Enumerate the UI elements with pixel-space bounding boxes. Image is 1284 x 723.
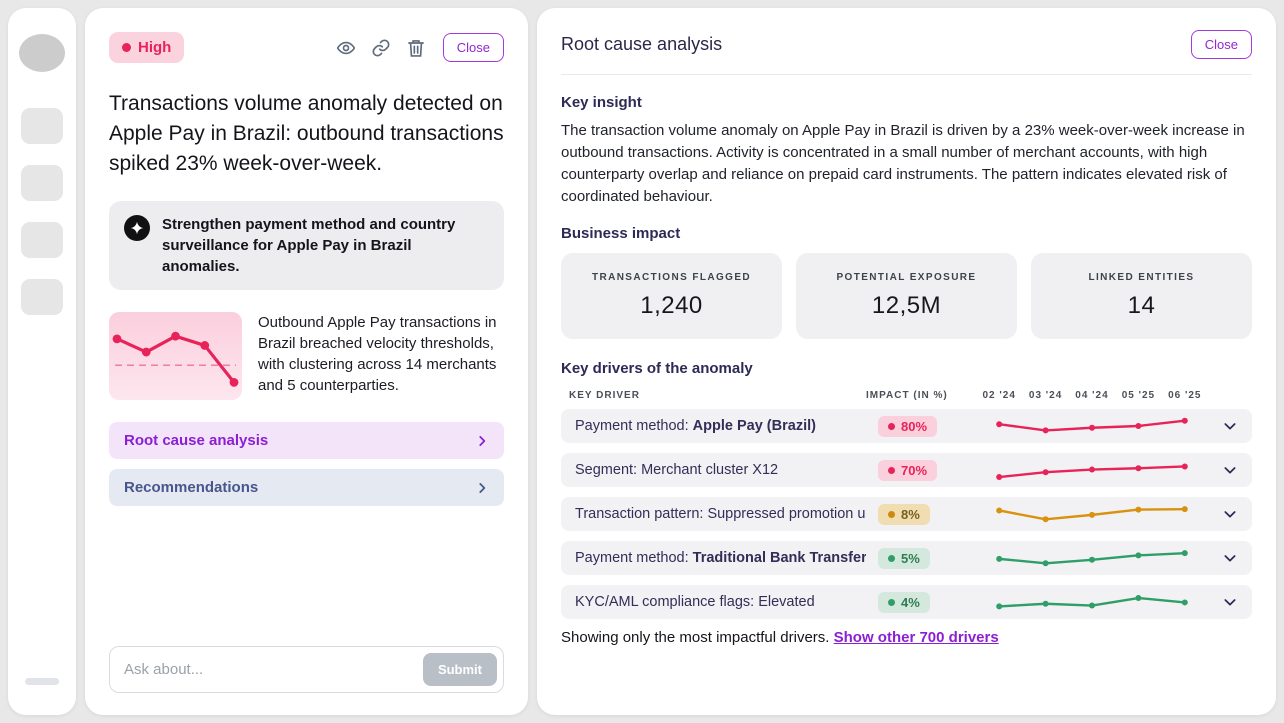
nav-root-cause-analysis[interactable]: Root cause analysis [109,422,504,459]
month-label: 02 '24 [976,390,1022,401]
col-key-driver: KEY DRIVER [561,390,866,401]
month-label: 04 '24 [1069,390,1115,401]
driver-label: Payment method: Apple Pay (Brazil) [561,418,866,434]
link-icon[interactable] [371,38,391,58]
ask-bar: Submit [109,646,504,693]
business-impact-heading: Business impact [561,225,1252,242]
impact-dot-icon [888,423,895,430]
nav-label: Recommendations [124,479,258,496]
close-button[interactable]: Close [443,33,504,62]
sidebar-footer-pill [25,678,59,685]
chevron-down-icon[interactable] [1208,594,1252,610]
impact-badge: 4% [878,592,930,613]
stat-label: TRANSACTIONS FLAGGED [592,272,751,283]
impact-badge: 80% [878,416,937,437]
drivers-footer: Showing only the most impactful drivers.… [561,629,1252,646]
stat-value: 14 [1128,292,1156,320]
severity-dot-icon [122,43,131,52]
impact-dot-icon [888,467,895,474]
insight-row: Outbound Apple Pay transactions in Brazi… [109,312,504,400]
drivers-table-header: KEY DRIVER IMPACT (IN %) 02 '2403 '2404 … [561,390,1252,409]
stat-label: POTENTIAL EXPOSURE [836,272,976,283]
sidebar-item-4[interactable] [21,279,63,315]
close-button[interactable]: Close [1191,30,1252,59]
driver-row[interactable]: Segment: Merchant cluster X12 70% [561,453,1252,487]
driver-sparkline [976,541,1208,575]
sidebar-item-1[interactable] [21,108,63,144]
insight-text: Outbound Apple Pay transactions in Brazi… [258,312,504,396]
chevron-down-icon[interactable] [1208,506,1252,522]
stat-label: LINKED ENTITIES [1088,272,1194,283]
chevron-right-icon [475,481,489,495]
stat-linked-entities: LINKED ENTITIES 14 [1031,253,1252,339]
driver-row[interactable]: Payment method: Apple Pay (Brazil) 80% [561,409,1252,443]
analysis-header: Root cause analysis Close [561,30,1252,59]
chevron-down-icon[interactable] [1208,418,1252,434]
impact-dot-icon [888,599,895,606]
recommendation-box: Strengthen payment method and country su… [109,201,504,290]
ask-input[interactable] [124,661,423,678]
eye-icon[interactable] [336,38,356,58]
driver-label: Payment method: Traditional Bank Transfe… [561,550,866,566]
sparkle-icon [124,215,150,241]
chevron-down-icon[interactable] [1208,550,1252,566]
driver-sparkline [976,409,1208,443]
impact-dot-icon [888,511,895,518]
app-sidebar [8,8,76,715]
stats-row: TRANSACTIONS FLAGGED 1,240 POTENTIAL EXP… [561,253,1252,339]
sidebar-item-2[interactable] [21,165,63,201]
nav-recommendations[interactable]: Recommendations [109,469,504,506]
submit-button[interactable]: Submit [423,653,497,686]
impact-dot-icon [888,555,895,562]
driver-label: Segment: Merchant cluster X12 [561,462,866,478]
key-insight-heading: Key insight [561,94,1252,111]
impact-badge: 70% [878,460,937,481]
drivers-table: Payment method: Apple Pay (Brazil) 80% S… [561,409,1252,619]
month-label: 06 '25 [1162,390,1208,401]
footer-text: Showing only the most impactful drivers. [561,629,834,646]
panel-title: Root cause analysis [561,34,722,55]
trash-icon[interactable] [406,38,426,58]
recommendation-text: Strengthen payment method and country su… [162,214,489,277]
alert-panel: High Close Transactions volume anomaly d… [85,8,528,715]
driver-row[interactable]: Transaction pattern: Suppressed promotio… [561,497,1252,531]
sidebar-item-3[interactable] [21,222,63,258]
key-insight-text: The transaction volume anomaly on Apple … [561,120,1252,208]
driver-row[interactable]: KYC/AML compliance flags: Elevated 4% [561,585,1252,619]
severity-badge: High [109,32,184,63]
stat-transactions-flagged: TRANSACTIONS FLAGGED 1,240 [561,253,782,339]
col-months: 02 '2403 '2404 '2405 '2506 '25 [976,390,1208,401]
stat-value: 12,5M [872,292,941,320]
show-other-drivers-link[interactable]: Show other 700 drivers [834,629,999,646]
divider [561,74,1252,75]
driver-sparkline [976,497,1208,531]
drivers-heading: Key drivers of the anomaly [561,360,1252,377]
driver-row[interactable]: Payment method: Traditional Bank Transfe… [561,541,1252,575]
impact-badge: 5% [878,548,930,569]
driver-sparkline [976,453,1208,487]
chevron-right-icon [475,434,489,448]
driver-sparkline [976,585,1208,619]
month-label: 05 '25 [1115,390,1161,401]
month-label: 03 '24 [1022,390,1068,401]
stat-value: 1,240 [640,292,703,320]
chevron-down-icon[interactable] [1208,462,1252,478]
col-impact: IMPACT (IN %) [866,390,976,401]
alert-header: High Close [109,32,504,63]
driver-label: Transaction pattern: Suppressed promotio… [561,506,866,522]
impact-badge: 8% [878,504,930,525]
anomaly-mini-chart [109,312,242,400]
severity-label: High [138,39,171,56]
nav-label: Root cause analysis [124,432,268,449]
avatar[interactable] [19,34,65,72]
driver-label: KYC/AML compliance flags: Elevated [561,594,866,610]
analysis-panel: Root cause analysis Close Key insight Th… [537,8,1276,715]
stat-potential-exposure: POTENTIAL EXPOSURE 12,5M [796,253,1017,339]
alert-title: Transactions volume anomaly detected on … [109,89,504,179]
